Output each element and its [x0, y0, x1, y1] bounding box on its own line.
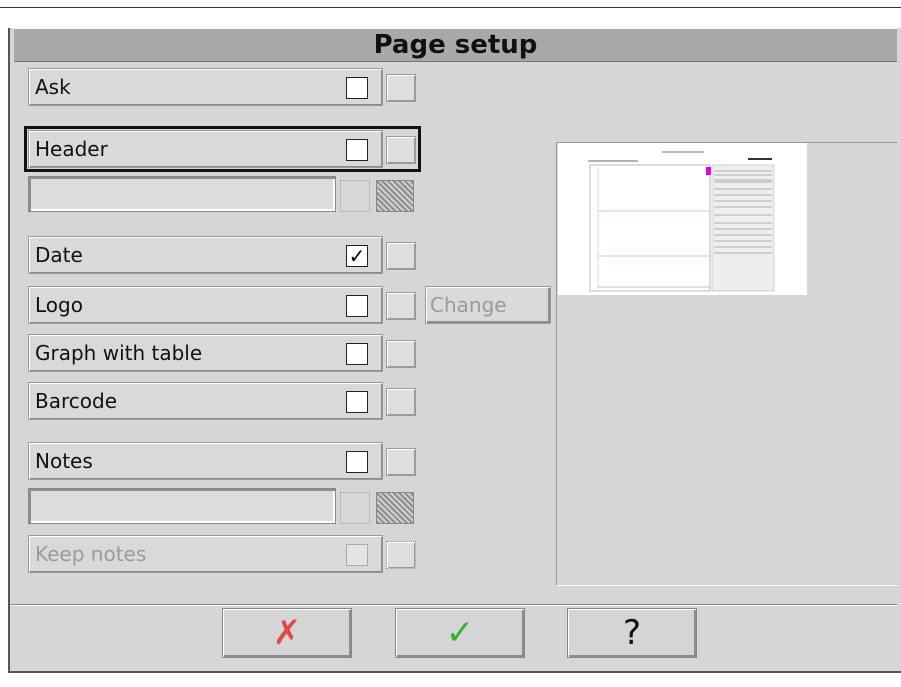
page-preview-thumbnail	[558, 143, 807, 295]
notes-text-button[interactable]	[340, 492, 370, 524]
logo-change-button[interactable]: Change	[425, 286, 551, 324]
barcode-option-button[interactable]	[386, 388, 416, 416]
option-date: Date ✓	[28, 236, 420, 274]
notes-text-input[interactable]	[28, 488, 336, 524]
header-label-field: Header	[28, 130, 383, 168]
ask-checkbox[interactable]	[346, 77, 368, 99]
option-barcode: Barcode	[28, 382, 420, 420]
notes-label: Notes	[35, 449, 93, 473]
graph-with-table-label: Graph with table	[35, 341, 203, 365]
option-logo: Logo	[28, 286, 420, 324]
help-button[interactable]: ?	[567, 608, 697, 658]
header-pattern-button[interactable]	[376, 180, 414, 212]
notes-label-field: Notes	[28, 442, 383, 480]
graph-with-table-checkbox[interactable]	[346, 343, 368, 365]
date-checkbox[interactable]: ✓	[346, 245, 368, 267]
ok-button[interactable]: ✓	[395, 608, 525, 658]
option-header: Header	[28, 130, 420, 168]
graph-with-table-option-button[interactable]	[386, 340, 416, 368]
ask-label-field: Ask	[28, 68, 383, 106]
date-label-field: Date ✓	[28, 236, 383, 274]
barcode-label: Barcode	[35, 389, 117, 413]
notes-option-button[interactable]	[386, 448, 416, 476]
top-divider	[0, 7, 901, 8]
keep-notes-checkbox[interactable]	[346, 544, 368, 566]
footer-divider-highlight	[10, 605, 897, 606]
notes-checkbox[interactable]	[346, 451, 368, 473]
barcode-label-field: Barcode	[28, 382, 383, 420]
logo-label-field: Logo	[28, 286, 383, 324]
logo-checkbox[interactable]	[346, 295, 368, 317]
question-icon: ?	[622, 613, 642, 653]
date-option-button[interactable]	[386, 242, 416, 270]
ask-option-button[interactable]	[386, 74, 416, 102]
dialog-title: Page setup	[14, 28, 897, 62]
header-label: Header	[35, 137, 108, 161]
keep-notes-label-field: Keep notes	[28, 535, 383, 573]
check-icon: ✓	[445, 613, 475, 653]
option-ask: Ask	[28, 68, 420, 106]
option-keep-notes: Keep notes	[28, 535, 420, 573]
keep-notes-label: Keep notes	[35, 542, 147, 566]
ask-label: Ask	[35, 75, 71, 99]
cancel-button[interactable]: ✗	[222, 608, 352, 658]
graph-label-field: Graph with table	[28, 334, 383, 372]
header-checkbox[interactable]	[346, 139, 368, 161]
header-option-button[interactable]	[386, 136, 416, 164]
header-text-input[interactable]	[28, 176, 336, 212]
date-label: Date	[35, 243, 83, 267]
keep-notes-option-button[interactable]	[386, 541, 416, 569]
logo-label: Logo	[35, 293, 83, 317]
header-text-button[interactable]	[340, 180, 370, 212]
x-icon: ✗	[272, 613, 302, 653]
barcode-checkbox[interactable]	[346, 391, 368, 413]
notes-pattern-button[interactable]	[376, 492, 414, 524]
option-graph-with-table: Graph with table	[28, 334, 420, 372]
logo-option-button[interactable]	[386, 292, 416, 320]
option-notes: Notes	[28, 442, 420, 480]
